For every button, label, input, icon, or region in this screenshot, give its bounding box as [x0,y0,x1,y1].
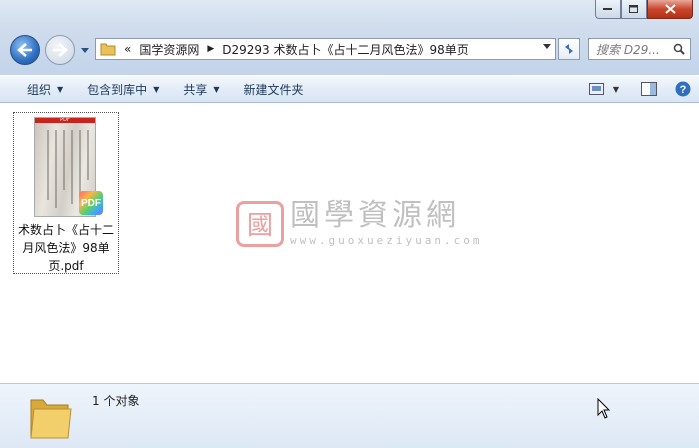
mouse-cursor-icon [597,398,611,419]
pdf-badge-icon: PDF [79,191,103,215]
watermark-text: 國學資源網 www.guoxueziyuan.com [290,198,483,248]
include-in-library-label: 包含到库中 [87,82,148,97]
view-controls: ▼ ? [579,76,691,102]
watermark-url: www.guoxueziyuan.com [290,234,483,247]
organize-label: 组织 [27,82,52,97]
chevron-down-icon: ▼ [57,84,64,94]
include-in-library-menu[interactable]: 包含到库中 ▼ [75,76,171,102]
file-list-area[interactable]: PDF PDF 术数占卜《占十二月风色法》98单页.pdf 國 國學資源網 ww… [0,103,699,383]
item-count: 1 个对象 [92,394,140,408]
new-folder-label: 新建文件夹 [243,82,304,97]
new-folder-button[interactable]: 新建文件夹 [232,76,316,102]
refresh-icon [565,44,573,54]
chevron-down-icon [81,47,89,53]
view-icon [588,83,604,95]
search-box[interactable]: 搜索 D29... [588,38,691,60]
chevron-down-icon: ▼ [213,84,220,94]
search-icon [673,43,685,55]
text-column [87,130,89,180]
folder-icon [100,43,116,56]
explorer-window: « 国学资源网 ▶ D29293 术数占卜《占十二月风色法》98单页 搜索 D2… [0,0,699,448]
address-bar[interactable]: « 国学资源网 ▶ D29293 术数占卜《占十二月风色法》98单页 [95,38,556,60]
chevron-down-icon[interactable]: ▼ [613,85,619,94]
text-column [55,130,57,208]
preview-pane-button[interactable] [641,82,657,96]
text-column [47,130,49,200]
forward-button[interactable] [45,35,75,65]
organize-menu[interactable]: 组织 ▼ [15,76,75,102]
close-icon [664,4,676,14]
close-button[interactable] [647,0,693,19]
minimize-button[interactable] [595,0,621,19]
share-label: 共享 [183,82,208,97]
text-column [63,130,65,190]
help-icon: ? [675,81,691,97]
chevron-down-icon: ▼ [153,84,160,94]
text-column [79,130,81,196]
breadcrumb-item-folder[interactable]: D29293 术数占卜《占十二月风色法》98单页 [222,41,469,58]
watermark-seal-icon: 國 [236,200,284,247]
watermark: 國 國學資源網 www.guoxueziyuan.com [236,200,482,247]
thumbnail-label: PDF [60,117,70,123]
back-arrow-icon [17,43,32,57]
recent-pages-dropdown[interactable] [80,45,90,55]
window-controls [595,0,693,19]
command-bar: 组织 ▼ 包含到库中 ▼ 共享 ▼ 新建文件夹 ▼ ? [0,75,699,103]
refresh-button[interactable] [558,38,580,60]
maximize-button[interactable] [621,0,647,19]
watermark-title: 國學資源網 [290,198,460,233]
help-button[interactable]: ? [675,81,691,97]
svg-text:?: ? [680,84,687,96]
details-pane: 1 个对象 [0,383,699,448]
breadcrumb-item-site[interactable]: 国学资源网 [139,41,199,58]
forward-arrow-icon [53,43,68,57]
share-menu[interactable]: 共享 ▼ [171,76,231,102]
text-column [71,130,73,204]
file-item[interactable]: PDF PDF 术数占卜《占十二月风色法》98单页.pdf [13,112,119,274]
search-input[interactable]: 搜索 D29... [596,41,670,58]
minimize-icon [603,8,612,10]
file-name: 术数占卜《占十二月风色法》98单页.pdf [17,223,114,273]
breadcrumb-separator-icon[interactable]: ▶ [207,44,214,54]
preview-pane-icon [641,82,657,96]
change-view-button[interactable]: ▼ [588,83,619,95]
address-dropdown-icon[interactable] [543,44,551,49]
maximize-icon [629,4,638,13]
breadcrumb-overflow[interactable]: « [124,42,131,56]
folder-large-icon [30,399,72,439]
back-button[interactable] [10,35,40,65]
title-bar: « 国学资源网 ▶ D29293 术数占卜《占十二月风色法》98单页 搜索 D2… [0,0,699,75]
breadcrumb: « 国学资源网 ▶ D29293 术数占卜《占十二月风色法》98单页 [124,41,469,58]
